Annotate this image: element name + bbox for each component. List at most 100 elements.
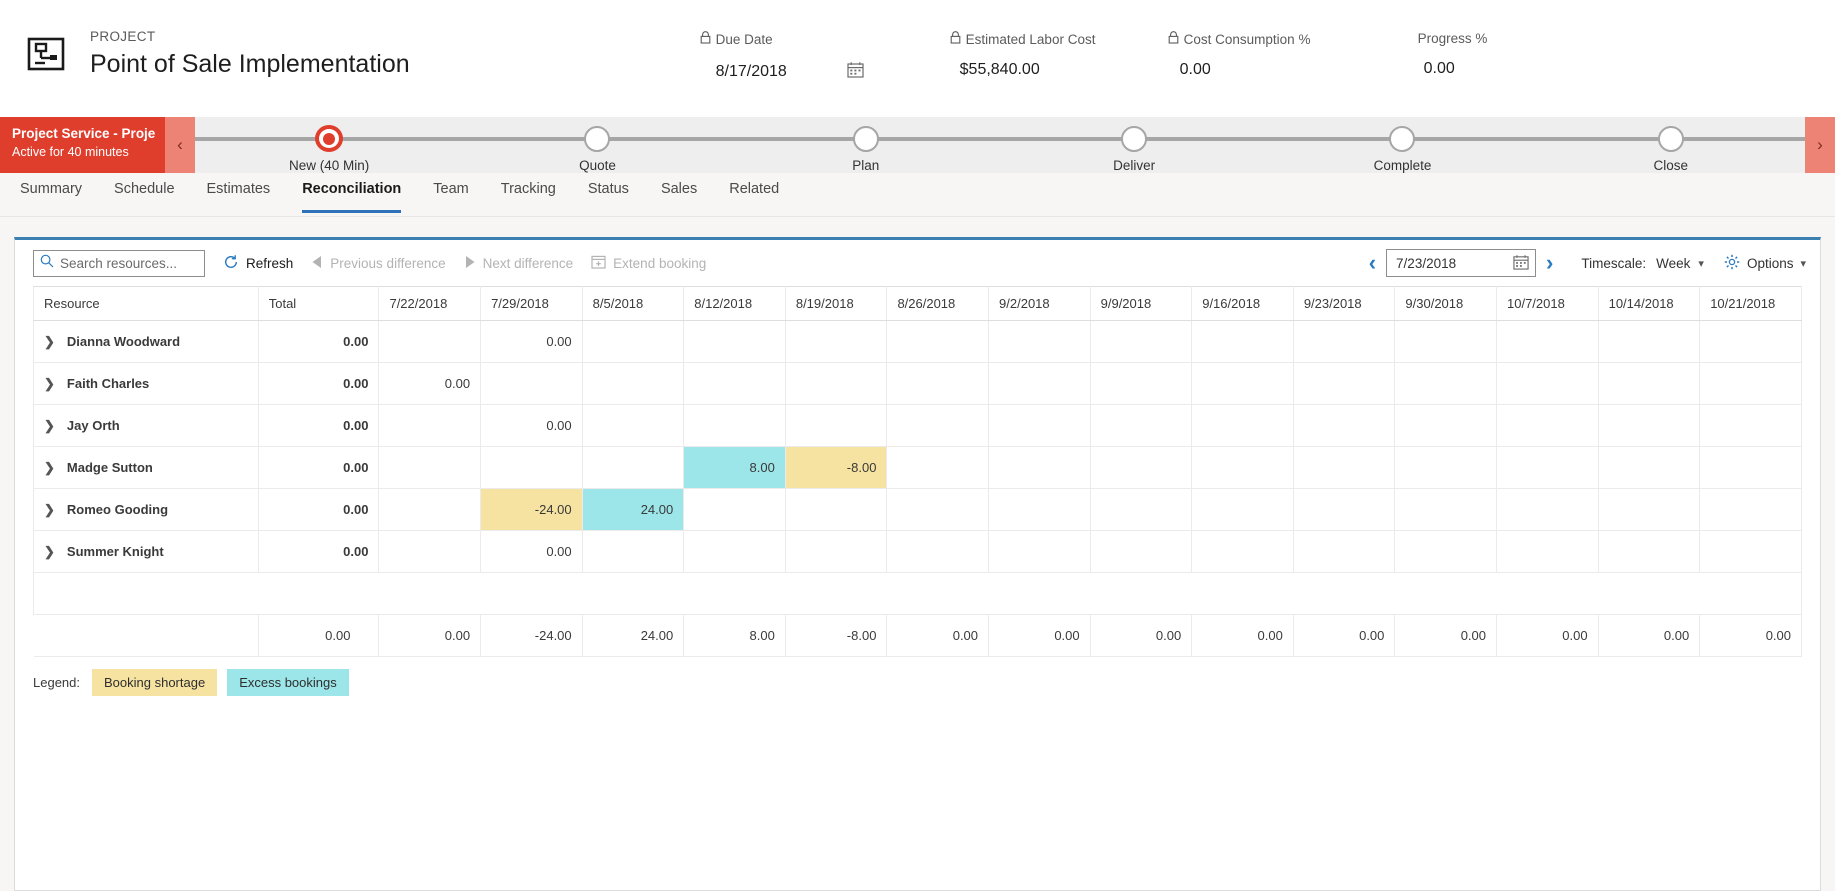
- grid-cell[interactable]: [1191, 404, 1294, 447]
- grid-cell[interactable]: [988, 488, 1091, 531]
- grid-cell[interactable]: [1496, 320, 1599, 363]
- bpf-next-button[interactable]: ›: [1805, 117, 1835, 173]
- grid-cell[interactable]: [581, 320, 685, 363]
- grid-cell[interactable]: [1089, 446, 1193, 489]
- grid-cell[interactable]: [1597, 488, 1701, 531]
- table-row[interactable]: ❯ Faith Charles 0.00 0.00: [33, 362, 1802, 405]
- grid-cell[interactable]: [683, 404, 786, 447]
- grid-cell[interactable]: [1089, 320, 1193, 363]
- grid-cell[interactable]: [1597, 404, 1701, 447]
- grid-cell[interactable]: [1089, 488, 1193, 531]
- grid-cell[interactable]: [1496, 488, 1599, 531]
- grid-cell[interactable]: [378, 404, 482, 447]
- grid-cell[interactable]: [1699, 320, 1802, 363]
- grid-cell[interactable]: [988, 530, 1091, 573]
- column-header-week[interactable]: 8/19/2018: [784, 286, 888, 321]
- grid-cell[interactable]: [378, 530, 482, 573]
- grid-cell[interactable]: [480, 446, 583, 489]
- refresh-button[interactable]: Refresh: [223, 254, 293, 273]
- grid-cell[interactable]: [988, 320, 1091, 363]
- grid-cell[interactable]: 24.00: [581, 488, 685, 531]
- grid-cell[interactable]: [886, 362, 990, 405]
- column-header-week[interactable]: 9/16/2018: [1191, 286, 1294, 321]
- grid-cell[interactable]: [1191, 488, 1294, 531]
- search-input[interactable]: [60, 255, 198, 271]
- grid-cell[interactable]: [1191, 320, 1294, 363]
- grid-cell[interactable]: [1394, 362, 1497, 405]
- chevron-right-icon[interactable]: ❯: [44, 503, 55, 516]
- tab-status[interactable]: Status: [588, 174, 629, 216]
- grid-cell[interactable]: [1292, 362, 1396, 405]
- grid-cell[interactable]: [1292, 530, 1396, 573]
- grid-cell[interactable]: [581, 446, 685, 489]
- resource-cell[interactable]: ❯ Jay Orth: [33, 404, 259, 447]
- grid-cell[interactable]: [1394, 320, 1497, 363]
- resource-cell[interactable]: ❯ Summer Knight: [33, 530, 259, 573]
- grid-cell[interactable]: [1292, 404, 1396, 447]
- grid-cell[interactable]: [683, 362, 786, 405]
- grid-cell[interactable]: 0.00: [480, 530, 583, 573]
- bpf-stage-quote[interactable]: Quote: [463, 117, 731, 173]
- date-picker-field[interactable]: 7/23/2018: [1386, 249, 1537, 277]
- grid-cell[interactable]: [581, 362, 685, 405]
- tab-sales[interactable]: Sales: [661, 174, 697, 216]
- grid-cell[interactable]: [683, 488, 786, 531]
- grid-cell[interactable]: [988, 362, 1091, 405]
- grid-cell[interactable]: [1496, 446, 1599, 489]
- tab-estimates[interactable]: Estimates: [207, 174, 271, 216]
- grid-cell[interactable]: [886, 404, 990, 447]
- tab-reconciliation[interactable]: Reconciliation: [302, 174, 402, 216]
- chevron-right-icon[interactable]: ❯: [44, 461, 55, 474]
- search-resources-box[interactable]: [33, 249, 205, 277]
- grid-cell[interactable]: [581, 530, 685, 573]
- resource-cell[interactable]: ❯ Madge Sutton: [33, 446, 259, 489]
- grid-cell[interactable]: [1496, 404, 1599, 447]
- grid-cell[interactable]: [1699, 446, 1802, 489]
- column-header-week[interactable]: 10/21/2018: [1699, 286, 1802, 321]
- grid-cell[interactable]: [581, 404, 685, 447]
- chevron-right-icon[interactable]: ❯: [44, 545, 55, 558]
- tab-tracking[interactable]: Tracking: [501, 174, 556, 216]
- grid-cell[interactable]: [1292, 446, 1396, 489]
- tab-summary[interactable]: Summary: [20, 174, 82, 216]
- grid-cell[interactable]: [683, 320, 786, 363]
- grid-cell[interactable]: [1089, 362, 1193, 405]
- grid-cell[interactable]: [1597, 320, 1701, 363]
- table-row[interactable]: ❯ Jay Orth 0.00 0.00: [33, 404, 1802, 447]
- grid-cell[interactable]: [784, 530, 888, 573]
- grid-cell[interactable]: [988, 446, 1091, 489]
- grid-cell[interactable]: [1699, 530, 1802, 573]
- grid-cell[interactable]: [1191, 446, 1294, 489]
- column-header-week[interactable]: 8/12/2018: [683, 286, 786, 321]
- bpf-header[interactable]: Project Service - Project ... Active for…: [0, 117, 165, 173]
- chevron-right-icon[interactable]: ❯: [44, 419, 55, 432]
- grid-cell[interactable]: 0.00: [480, 320, 583, 363]
- column-header-week[interactable]: 9/23/2018: [1292, 286, 1396, 321]
- grid-cell[interactable]: [683, 530, 786, 573]
- column-header-week[interactable]: 9/2/2018: [988, 286, 1091, 321]
- grid-cell[interactable]: [1191, 362, 1294, 405]
- grid-cell[interactable]: [784, 362, 888, 405]
- grid-cell[interactable]: [1292, 320, 1396, 363]
- grid-cell[interactable]: [1089, 404, 1193, 447]
- column-header-week[interactable]: 10/7/2018: [1496, 286, 1599, 321]
- column-header-total[interactable]: Total: [257, 286, 380, 321]
- resource-cell[interactable]: ❯ Romeo Gooding: [33, 488, 259, 531]
- chevron-right-icon[interactable]: ❯: [44, 335, 55, 348]
- grid-cell[interactable]: [1394, 530, 1497, 573]
- column-header-week[interactable]: 8/5/2018: [581, 286, 685, 321]
- calendar-icon[interactable]: [847, 61, 864, 83]
- grid-cell[interactable]: [1699, 488, 1802, 531]
- grid-cell[interactable]: 8.00: [683, 446, 786, 489]
- grid-cell[interactable]: [1597, 446, 1701, 489]
- grid-cell[interactable]: [1191, 530, 1294, 573]
- options-dropdown[interactable]: Options ▾: [1724, 254, 1806, 273]
- column-header-week[interactable]: 8/26/2018: [886, 286, 990, 321]
- grid-cell[interactable]: [886, 446, 990, 489]
- previous-period-button[interactable]: ‹: [1359, 252, 1386, 274]
- grid-cell[interactable]: [784, 488, 888, 531]
- grid-cell[interactable]: [1496, 362, 1599, 405]
- grid-cell[interactable]: 0.00: [378, 362, 482, 405]
- next-difference-button[interactable]: Next difference: [464, 255, 573, 272]
- grid-cell[interactable]: [1699, 404, 1802, 447]
